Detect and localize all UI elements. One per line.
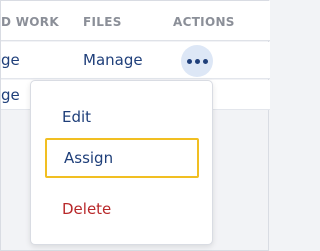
column-header-work: D WORK: [1, 15, 59, 29]
manage-files-link[interactable]: Manage: [83, 51, 143, 69]
more-horizontal-icon-dot: [202, 58, 208, 64]
more-horizontal-icon: [186, 58, 192, 64]
column-header-files: FILES: [83, 15, 122, 29]
table-header: D WORK FILES ACTIONS: [1, 1, 270, 41]
menu-item-delete[interactable]: Delete: [45, 189, 199, 229]
menu-item-edit[interactable]: Edit: [45, 97, 199, 137]
more-horizontal-icon-dot: [194, 58, 200, 64]
table-frame: D WORK FILES ACTIONS ge Manage ge Edit A…: [0, 0, 270, 251]
more-actions-button[interactable]: [181, 45, 213, 77]
column-header-actions: ACTIONS: [173, 15, 235, 29]
menu-item-assign[interactable]: Assign: [45, 138, 199, 178]
row-work-link[interactable]: ge: [1, 51, 20, 69]
row-work-link[interactable]: ge: [1, 86, 20, 104]
actions-dropdown-menu: Edit Assign Delete: [30, 80, 213, 245]
table-row: ge Manage: [1, 42, 270, 79]
